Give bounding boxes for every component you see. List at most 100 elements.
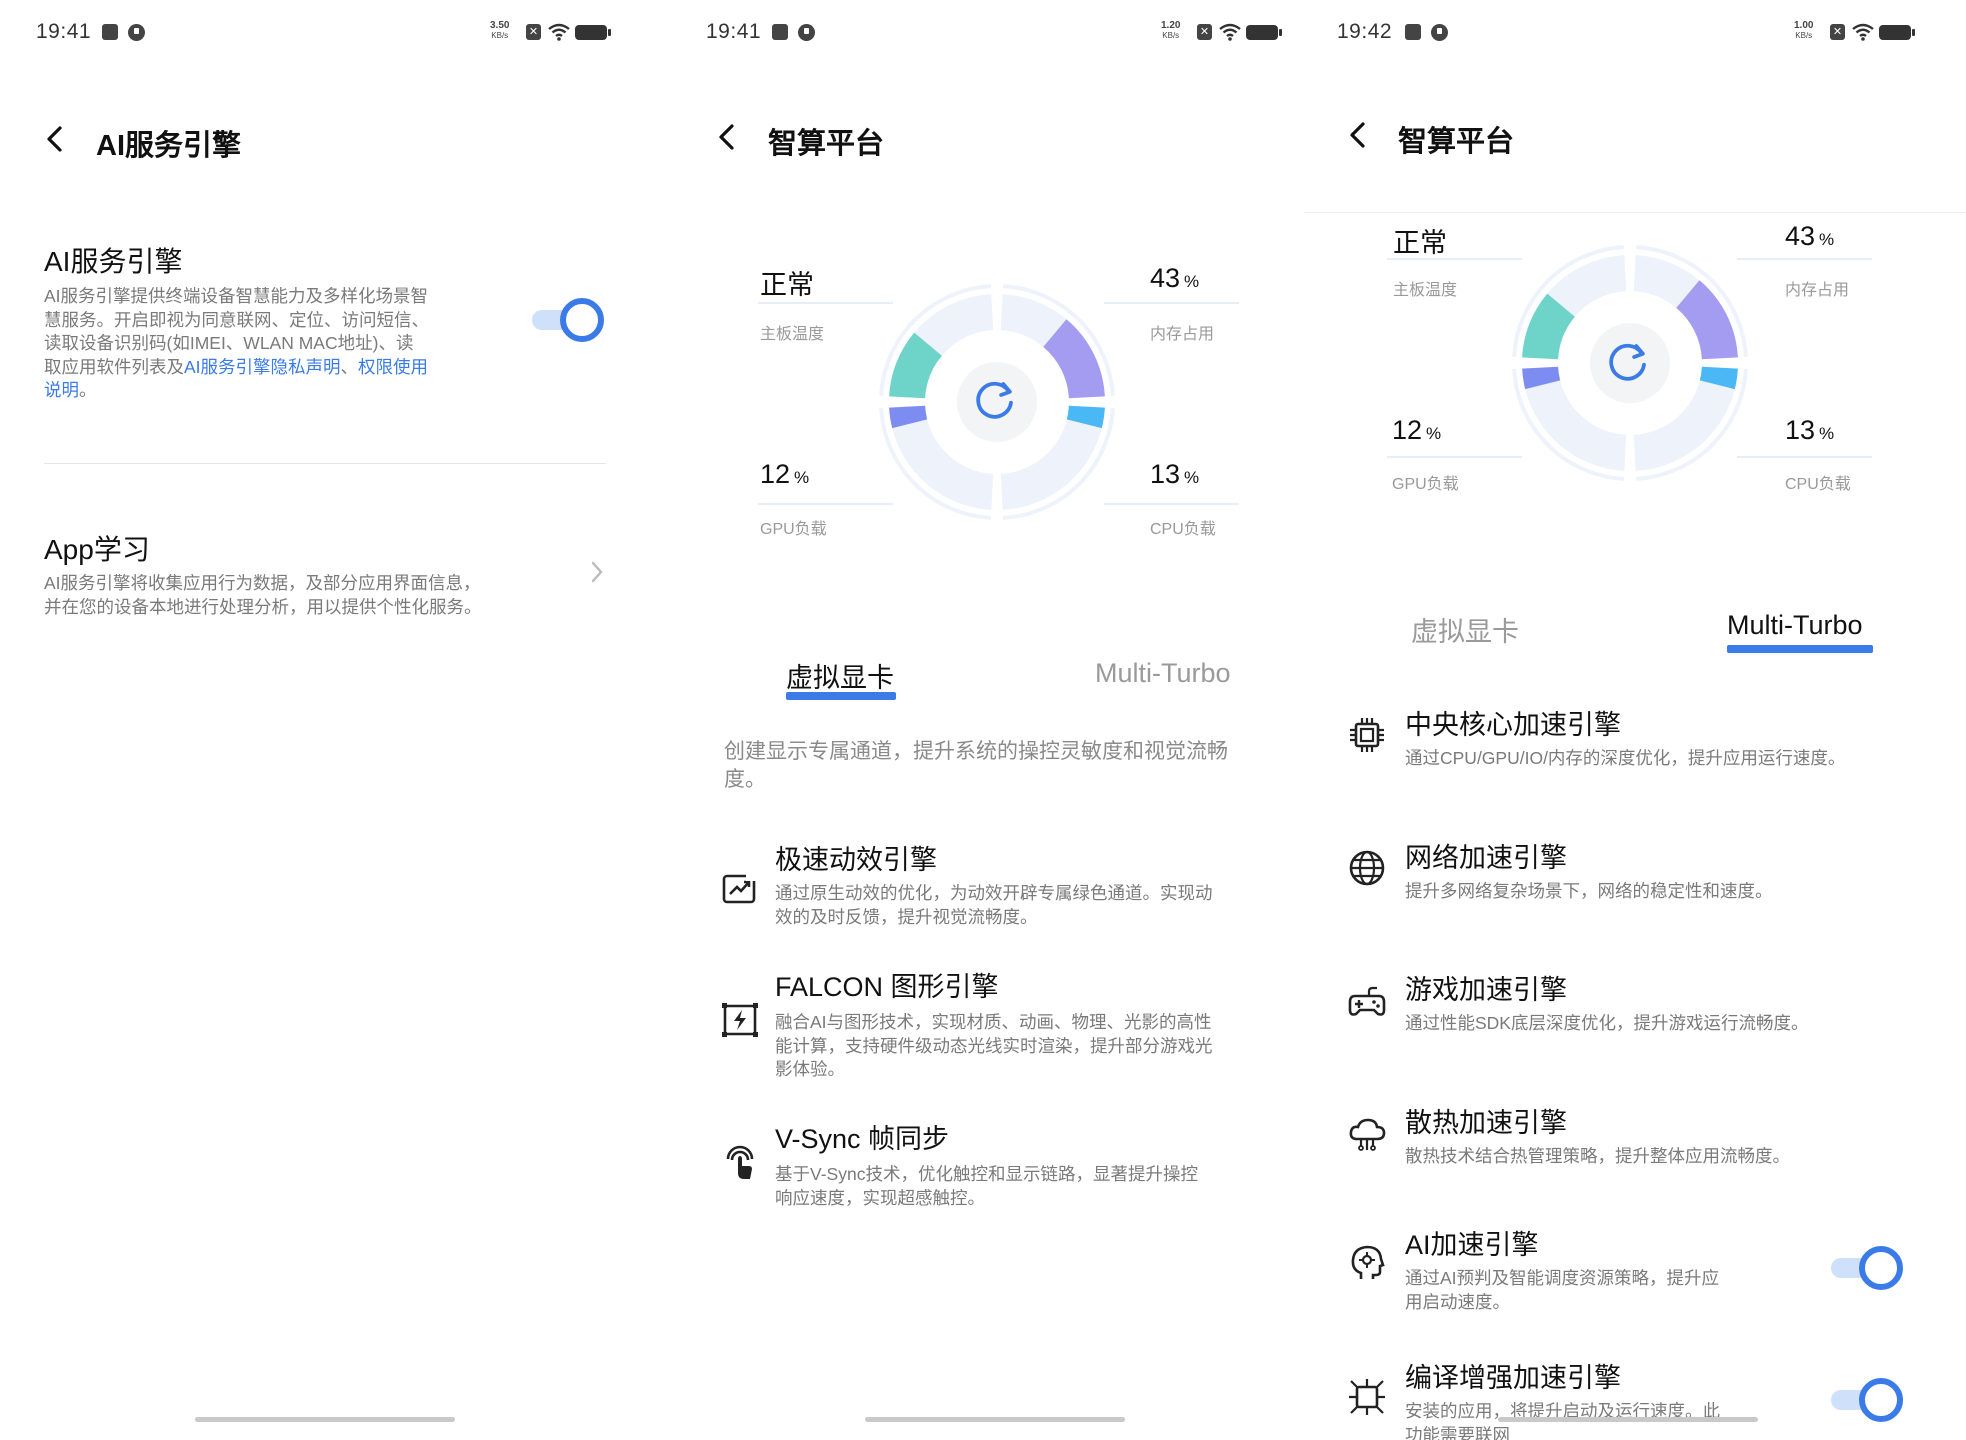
cpu-value: 13% bbox=[1150, 459, 1200, 489]
cpu-label: CPU负载 bbox=[1150, 521, 1216, 538]
memory-label: 内存占用 bbox=[1785, 282, 1850, 299]
memory-value: 43% bbox=[1785, 221, 1835, 251]
feature-desc: 基于V-Sync技术，优化触控和显示链路，显著提升操控 响应速度，实现超感触控。 bbox=[775, 1164, 1198, 1208]
ai-head-icon bbox=[1351, 1245, 1385, 1279]
no-sim-icon: ✕ bbox=[1830, 24, 1845, 40]
section-title-ai-engine: AI服务引擎 bbox=[44, 246, 183, 277]
notification-dot-icon bbox=[798, 24, 815, 41]
network-speed: 3.50 KB/s bbox=[490, 20, 510, 41]
feature-title: FALCON 图形引擎 bbox=[775, 972, 999, 1002]
battery-icon bbox=[1879, 25, 1915, 40]
status-time: 19:41 bbox=[706, 20, 762, 43]
tab-multi-turbo[interactable]: Multi-Turbo bbox=[1095, 658, 1231, 689]
globe-icon bbox=[1349, 850, 1385, 886]
memory-value: 43% bbox=[1150, 263, 1200, 293]
permission-usage-link-cont[interactable]: 说明 bbox=[44, 380, 79, 400]
header: 智算平台 bbox=[1305, 106, 1966, 166]
screen-compute-platform-gpu: 19:41 1.20 KB/s ✕ 智算平台 正常 主板温度 43% 内存占用 1… bbox=[672, 0, 1322, 1440]
trend-chart-icon bbox=[722, 871, 758, 904]
feature-title: 网络加速引擎 bbox=[1405, 843, 1567, 873]
ai-engine-toggle[interactable] bbox=[532, 298, 604, 342]
no-sim-icon: ✕ bbox=[1197, 24, 1212, 40]
feature-title: 散热加速引擎 bbox=[1405, 1108, 1567, 1138]
back-arrow-icon[interactable] bbox=[1345, 120, 1371, 150]
network-speed: 1.00 KB/s bbox=[1794, 20, 1814, 41]
status-bar: 19:42 1.00 KB/s ✕ bbox=[1305, 18, 1966, 48]
board-temp-value: 正常 bbox=[760, 270, 814, 300]
tab-virtual-gpu[interactable]: 虚拟显卡 bbox=[786, 656, 894, 695]
feature-desc: 融合AI与图形技术，实现材质、动画、物理、光影的高性 能计算，支持硬件级动态光线实… bbox=[775, 1012, 1213, 1079]
wifi-icon bbox=[1852, 23, 1874, 41]
page-title: 智算平台 bbox=[768, 128, 885, 160]
ai-acceleration-toggle[interactable] bbox=[1831, 1246, 1903, 1290]
gpu-value: 12% bbox=[1392, 415, 1442, 445]
header: AI服务引擎 bbox=[0, 110, 650, 170]
cpu-value: 13% bbox=[1785, 415, 1835, 445]
divider bbox=[44, 463, 606, 464]
tab-active-indicator bbox=[1727, 645, 1873, 653]
gpu-value: 12% bbox=[760, 459, 810, 489]
back-arrow-icon[interactable] bbox=[714, 122, 740, 152]
feature-desc: 散热技术结合热管理策略，提升整体应用流畅度。 bbox=[1405, 1146, 1790, 1166]
cloud-cooling-icon bbox=[1349, 1118, 1386, 1151]
screen-ai-service-engine: 19:41 3.50 KB/s ✕ AI服务引擎 AI服务引擎 AI服务引擎提供终… bbox=[0, 0, 650, 1440]
feature-desc: 通过CPU/GPU/IO/内存的深度优化，提升应用运行速度。 bbox=[1405, 748, 1846, 768]
page-title: 智算平台 bbox=[1398, 126, 1515, 158]
no-sim-icon: ✕ bbox=[526, 24, 541, 40]
compile-chip-icon bbox=[1349, 1379, 1385, 1415]
tab-multi-turbo[interactable]: Multi-Turbo bbox=[1727, 610, 1863, 641]
notification-dot-icon bbox=[1431, 24, 1448, 41]
screen-compute-platform-turbo: 19:42 1.00 KB/s ✕ 智算平台 正常 主板温度 43% 内存占用 1… bbox=[1305, 0, 1966, 1440]
home-indicator[interactable] bbox=[195, 1417, 455, 1422]
gauge-leader-line bbox=[758, 302, 893, 304]
gpu-label: GPU负载 bbox=[1392, 476, 1459, 493]
feature-desc: 通过性能SDK底层深度优化，提升游戏运行流畅度。 bbox=[1405, 1013, 1809, 1033]
notification-icon bbox=[772, 24, 788, 40]
feature-desc: 通过原生动效的优化，为动效开辟专属绿色通道。实现动 效的及时反馈，提升视觉流畅度。 bbox=[775, 883, 1213, 927]
home-indicator[interactable] bbox=[1498, 1417, 1758, 1422]
feature-title: AI加速引擎 bbox=[1405, 1230, 1539, 1260]
cpu-label: CPU负载 bbox=[1785, 476, 1851, 493]
refresh-icon[interactable] bbox=[967, 373, 1022, 428]
notification-icon bbox=[102, 24, 118, 40]
feature-title: 中央核心加速引擎 bbox=[1405, 710, 1621, 740]
tab-intro-text: 创建显示专属通道，提升系统的操控灵敏度和视觉流畅 度。 bbox=[724, 740, 1228, 791]
cpu-chip-icon bbox=[1350, 718, 1384, 752]
chevron-right-icon[interactable] bbox=[588, 558, 606, 586]
feature-title: 编译增强加速引擎 bbox=[1405, 1363, 1621, 1393]
battery-icon bbox=[575, 25, 611, 40]
tab-virtual-gpu[interactable]: 虚拟显卡 bbox=[1411, 610, 1519, 649]
lightning-frame-icon bbox=[722, 1003, 758, 1037]
section-desc-app-learning: AI服务引擎将收集应用行为数据，及部分应用界面信息， 并在您的设备本地进行处理分… bbox=[44, 573, 482, 617]
feature-desc: 提升多网络复杂场景下，网络的稳定性和速度。 bbox=[1405, 881, 1773, 901]
refresh-icon[interactable] bbox=[1600, 335, 1655, 390]
status-time: 19:42 bbox=[1337, 20, 1393, 43]
network-speed: 1.20 KB/s bbox=[1161, 20, 1181, 41]
permission-usage-link[interactable]: 权限使用 bbox=[358, 357, 428, 377]
page-title: AI服务引擎 bbox=[96, 130, 242, 162]
board-temp-label: 主板温度 bbox=[1393, 282, 1458, 299]
gauge-leader-line bbox=[1104, 302, 1239, 304]
gpu-label: GPU负载 bbox=[760, 521, 827, 538]
tab-active-indicator bbox=[786, 692, 896, 700]
privacy-statement-link[interactable]: AI服务引擎隐私声明 bbox=[184, 357, 341, 377]
feature-title: 游戏加速引擎 bbox=[1405, 975, 1567, 1005]
feature-desc: 通过AI预判及智能调度资源策略，提升应 用启动速度。 bbox=[1405, 1268, 1720, 1312]
gauge-leader-line bbox=[1387, 456, 1522, 458]
gauge-leader-line bbox=[1737, 456, 1872, 458]
section-desc-ai-engine: AI服务引擎提供终端设备智慧能力及多样化场景智 慧服务。开启即视为同意联网、定位… bbox=[44, 286, 429, 400]
back-arrow-icon[interactable] bbox=[42, 124, 68, 154]
gauge-leader-line bbox=[758, 503, 893, 505]
wifi-icon bbox=[1219, 23, 1241, 41]
gamepad-icon bbox=[1348, 986, 1386, 1016]
touch-hand-icon bbox=[726, 1145, 754, 1179]
home-indicator[interactable] bbox=[865, 1417, 1125, 1422]
wifi-icon bbox=[548, 23, 570, 41]
status-bar: 19:41 3.50 KB/s ✕ bbox=[0, 18, 650, 48]
notification-dot-icon bbox=[128, 24, 145, 41]
gauge-leader-line bbox=[1104, 503, 1239, 505]
feature-title: 极速动效引擎 bbox=[775, 845, 937, 875]
board-temp-label: 主板温度 bbox=[760, 326, 825, 343]
compile-acceleration-toggle[interactable] bbox=[1831, 1378, 1903, 1422]
section-title-app-learning[interactable]: App学习 bbox=[44, 528, 150, 568]
